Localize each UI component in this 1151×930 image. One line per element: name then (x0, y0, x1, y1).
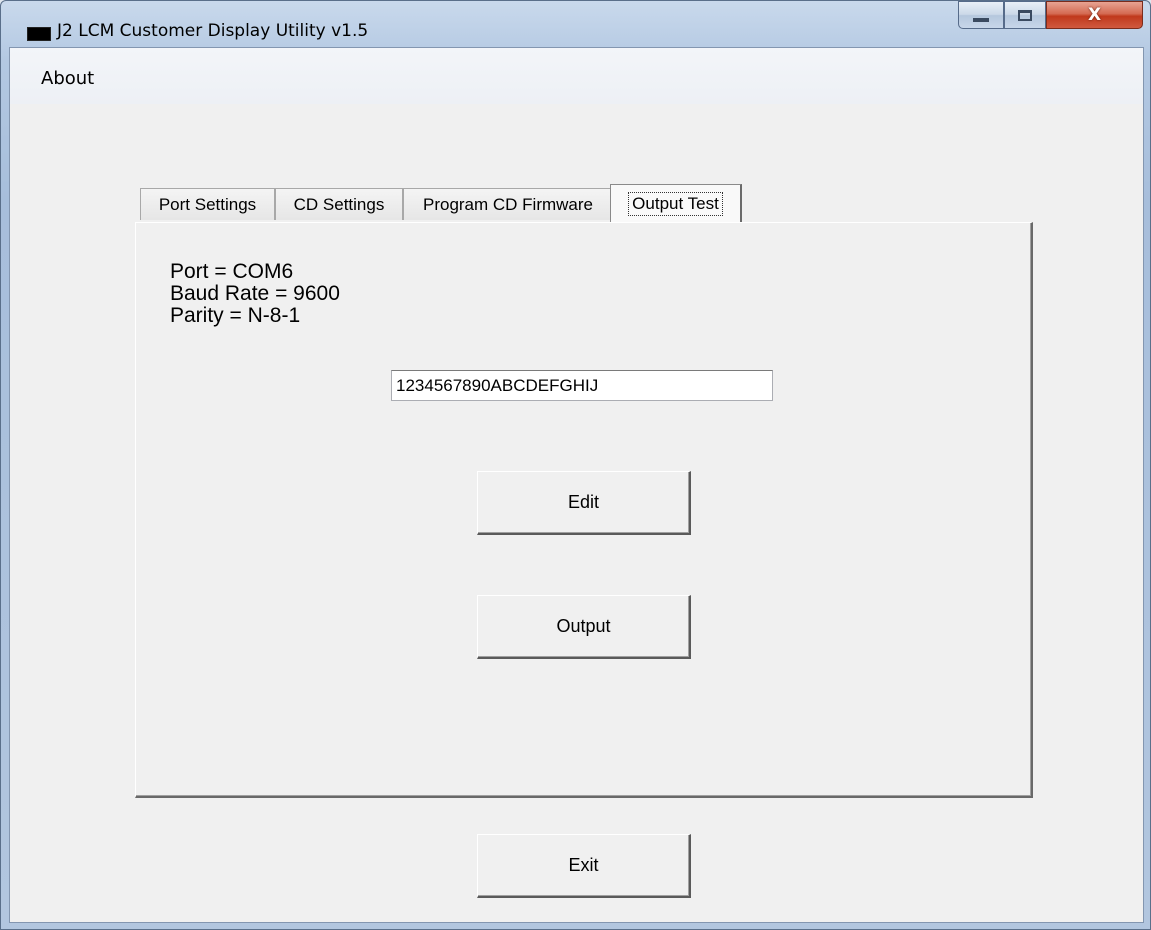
output-test-panel: Port = COM6 Baud Rate = 9600 Parity = N-… (135, 222, 1033, 798)
parity-info: Parity = N-8-1 (170, 304, 301, 327)
tab-cd-settings[interactable]: CD Settings (275, 188, 403, 220)
maximize-icon (1018, 9, 1032, 21)
exit-button[interactable]: Exit (477, 834, 691, 898)
maximize-button[interactable] (1004, 1, 1046, 29)
minimize-button[interactable] (958, 1, 1004, 29)
minimize-icon (973, 18, 989, 22)
caption-buttons: X (958, 1, 1144, 29)
tab-output-test[interactable]: Output Test (610, 184, 742, 222)
close-button[interactable]: X (1046, 1, 1143, 29)
tab-port-settings[interactable]: Port Settings (140, 188, 275, 220)
tab-label: CD Settings (293, 194, 385, 214)
window-title: J2 LCM Customer Display Utility v1.5 (57, 21, 369, 41)
baud-rate-info: Baud Rate = 9600 (170, 282, 340, 305)
app-icon[interactable] (27, 27, 51, 41)
app-window: J2 LCM Customer Display Utility v1.5 X A… (0, 0, 1151, 930)
tab-program-cd-firmware[interactable]: Program CD Firmware (403, 188, 613, 220)
menu-item-about[interactable]: About (41, 68, 94, 89)
title-bar[interactable]: J2 LCM Customer Display Utility v1.5 X (1, 1, 1150, 47)
test-string-input[interactable] (391, 370, 773, 401)
edit-button[interactable]: Edit (477, 471, 691, 535)
menu-bar: About (10, 48, 1143, 104)
tab-label: Program CD Firmware (422, 194, 594, 214)
client-area: About Port Settings CD Settings Program … (9, 47, 1144, 923)
output-button[interactable]: Output (477, 595, 691, 659)
port-info: Port = COM6 (170, 260, 294, 283)
close-icon: X (1087, 5, 1102, 25)
tab-label: Port Settings (158, 194, 257, 214)
tab-label: Output Test (628, 191, 723, 216)
